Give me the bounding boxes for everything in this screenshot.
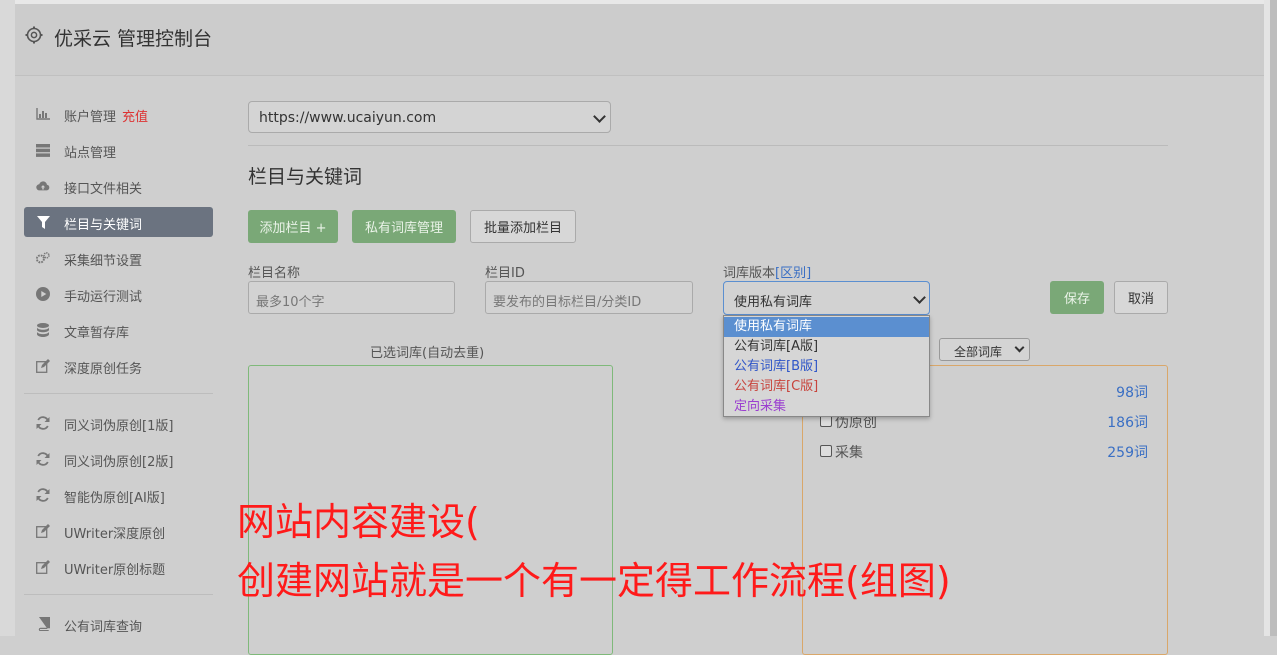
library-count: 259词 (1107, 445, 1148, 461)
batch-add-button[interactable]: 批量添加栏目 (470, 210, 576, 243)
sidebar-item-manual-run[interactable]: 手动运行测试 (24, 279, 213, 309)
overlay-caption-line1: 网站内容建设( (237, 500, 480, 544)
version-option[interactable]: 公有词库[A版] (724, 337, 929, 357)
version-dropdown: 使用私有词库 公有词库[A版] 公有词库[B版] 公有词库[C版] 定向采集 (723, 315, 930, 417)
column-id-placeholder: 要发布的目标栏目/分类ID (493, 295, 642, 310)
bar-chart-icon (36, 107, 50, 121)
version-option[interactable]: 定向采集 (724, 397, 929, 417)
sidebar-item-synonym-v2[interactable]: 同义词伪原创[2版] (24, 444, 213, 474)
refresh-icon (36, 416, 50, 430)
sidebar-item-label: 同义词伪原创[2版] (64, 455, 174, 470)
filter-icon (36, 215, 50, 229)
edit-icon (36, 524, 50, 538)
cloud-upload-icon (36, 179, 50, 193)
version-option[interactable]: 使用私有词库 (724, 317, 929, 337)
app-header: 优采云 管理控制台 (15, 4, 1264, 76)
sidebar-item-ai-rewrite[interactable]: 智能伪原创[AI版] (24, 480, 213, 510)
edit-icon (36, 359, 50, 373)
overlay-caption-line2: 创建网站就是一个有一定得工作流程(组图) (237, 559, 951, 603)
library-count: 98词 (1116, 385, 1148, 401)
library-filter-value: 全部词库 (954, 345, 1003, 359)
version-diff-link[interactable]: [区别] (775, 266, 811, 281)
library-row[interactable]: 采集 259词 (818, 442, 1150, 462)
sidebar-item-account[interactable]: 账户管理 充值 (24, 99, 213, 129)
sidebar-item-label: 深度原创任务 (64, 362, 143, 377)
column-id-label: 栏目ID (485, 266, 525, 281)
sidebar-item-label: 手动运行测试 (64, 290, 143, 305)
column-name-input[interactable]: 最多10个字 (248, 281, 455, 314)
app-title: 优采云 管理控制台 (54, 28, 213, 50)
sidebar-item-label: 采集细节设置 (64, 254, 143, 269)
add-column-button[interactable]: 添加栏目 + (248, 210, 338, 243)
version-option[interactable]: 公有词库[C版] (724, 377, 929, 397)
sidebar-item-uwriter-title[interactable]: UWriter原创标题 (24, 552, 213, 582)
sidebar-item-label: UWriter深度原创 (64, 527, 166, 542)
sidebar-item-collect-settings[interactable]: 采集细节设置 (24, 243, 213, 273)
sidebar-item-label: 同义词伪原创[1版] (64, 419, 174, 434)
site-select[interactable]: https://www.ucaiyun.com (248, 101, 611, 133)
version-label-text: 词库版本 (723, 266, 776, 281)
book-icon (36, 617, 50, 631)
library-name: 采集 (835, 445, 863, 461)
version-select[interactable]: 使用私有词库 (723, 281, 930, 315)
sidebar-item-label: 文章暂存库 (64, 326, 130, 341)
sidebar-item-label: 公有词库查询 (64, 620, 143, 635)
database-icon (36, 323, 50, 337)
sidebar-item-label: 接口文件相关 (64, 182, 143, 197)
sidebar-item-label: 站点管理 (64, 146, 117, 161)
private-library-button[interactable]: 私有词库管理 (352, 210, 456, 243)
version-option[interactable]: 公有词库[B版] (724, 357, 929, 377)
chevron-down-icon (913, 291, 926, 304)
sidebar-item-deep-original[interactable]: 深度原创任务 (24, 351, 213, 381)
column-name-label: 栏目名称 (248, 266, 301, 281)
page-title: 栏目与关键词 (248, 166, 363, 188)
version-label: 词库版本[区别] (723, 262, 811, 281)
site-select-value: https://www.ucaiyun.com (259, 110, 437, 126)
sidebar-item-label: UWriter原创标题 (64, 563, 166, 578)
save-button[interactable]: 保存 (1050, 281, 1104, 314)
sidebar-item-columns[interactable]: 栏目与关键词 (24, 207, 213, 237)
cancel-button[interactable]: 取消 (1114, 281, 1168, 314)
server-icon (36, 143, 50, 157)
recharge-link[interactable]: 充值 (122, 110, 148, 125)
sidebar-item-synonym-v1[interactable]: 同义词伪原创[1版] (24, 408, 213, 438)
gear-icon[interactable] (25, 26, 43, 44)
sidebar-item-uwriter-deep[interactable]: UWriter深度原创 (24, 516, 213, 546)
gears-icon (36, 251, 50, 265)
sidebar-divider (24, 393, 213, 394)
sidebar-item-label: 账户管理 (64, 110, 117, 125)
sidebar-item-public-lib[interactable]: 公有词库查询 (24, 609, 213, 639)
column-name-placeholder: 最多10个字 (256, 295, 325, 310)
sidebar-item-label: 栏目与关键词 (64, 218, 143, 233)
play-circle-icon (36, 287, 50, 301)
sidebar-item-article-store[interactable]: 文章暂存库 (24, 315, 213, 345)
left-gutter (0, 0, 15, 636)
divider (248, 145, 1168, 146)
library-checkbox[interactable] (820, 445, 832, 457)
library-filter-select[interactable]: 全部词库 (939, 338, 1030, 361)
selected-libraries-label: 已选词库(自动去重) (370, 346, 485, 361)
sidebar-divider (24, 594, 213, 595)
edit-icon (36, 560, 50, 574)
sidebar-item-label: 智能伪原创[AI版] (64, 491, 165, 506)
refresh-icon (36, 488, 50, 502)
refresh-icon (36, 452, 50, 466)
column-id-input[interactable]: 要发布的目标栏目/分类ID (485, 281, 693, 314)
version-select-value: 使用私有词库 (734, 295, 813, 310)
scrollbar[interactable] (1270, 0, 1277, 636)
library-count: 186词 (1107, 415, 1148, 431)
chevron-down-icon (593, 110, 606, 123)
chevron-down-icon (1014, 342, 1025, 353)
sidebar-item-interface[interactable]: 接口文件相关 (24, 171, 213, 201)
sidebar-item-sites[interactable]: 站点管理 (24, 135, 213, 165)
